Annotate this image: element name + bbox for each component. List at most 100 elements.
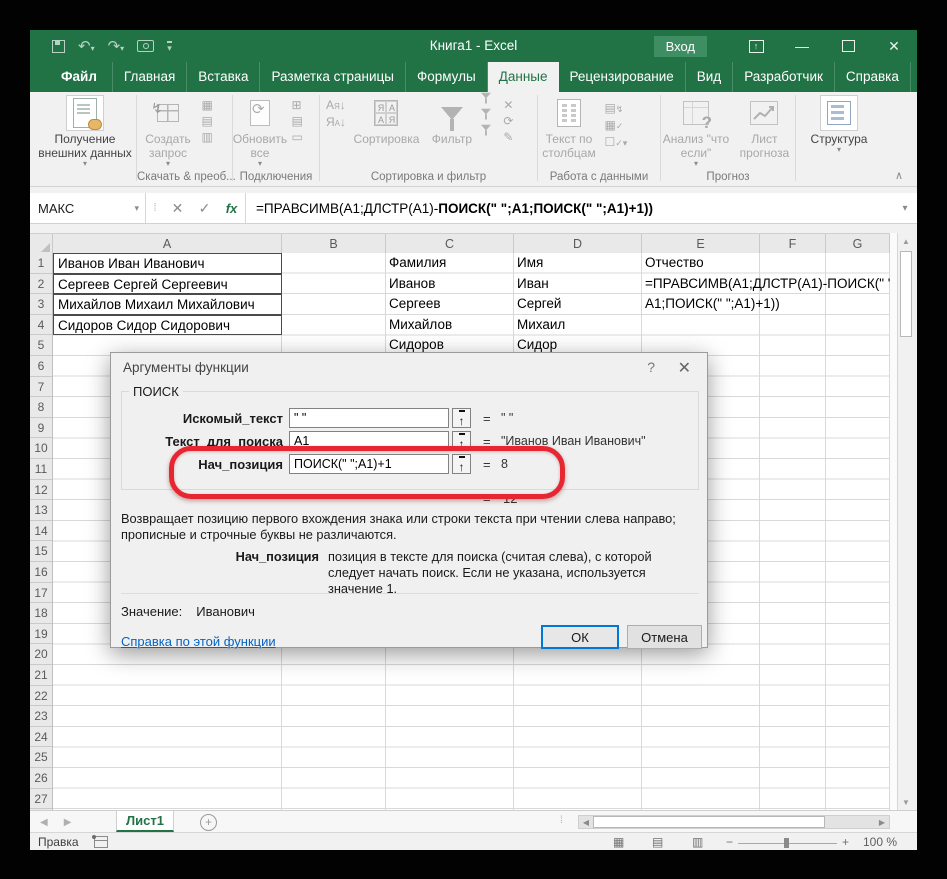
expand-formula-bar-icon[interactable]: ▾: [893, 193, 917, 223]
collapse-ribbon-icon[interactable]: ∧: [895, 169, 903, 182]
cell-c4[interactable]: Михайлов: [385, 315, 452, 336]
cell-e2-formula-line2[interactable]: А1;ПОИСК(" ";А1)+1)): [641, 294, 890, 315]
row-header-21[interactable]: 21: [30, 665, 52, 686]
structure-button[interactable]: Структура▾: [796, 96, 882, 154]
row-header-24[interactable]: 24: [30, 727, 52, 748]
horizontal-scroll-thumb[interactable]: [593, 816, 825, 828]
enter-entry-button[interactable]: ✓: [191, 193, 218, 223]
cell-a2[interactable]: Сергеев Сергей Сергеевич: [53, 274, 282, 295]
column-header-c[interactable]: C: [386, 234, 514, 254]
zoom-in-icon[interactable]: +: [842, 835, 849, 849]
tab-insert[interactable]: Вставка: [187, 62, 260, 92]
row-header-7[interactable]: 7: [30, 377, 52, 398]
row-header-22[interactable]: 22: [30, 686, 52, 707]
collapse-dialog-button[interactable]: ↑: [452, 454, 471, 474]
row-header-26[interactable]: 26: [30, 768, 52, 789]
tab-splitter[interactable]: ⁞: [560, 815, 563, 826]
scroll-up-icon[interactable]: ▲: [898, 233, 914, 249]
iskomy-tekst-input[interactable]: " ": [289, 408, 449, 428]
vertical-scrollbar[interactable]: ▲ ▼: [897, 233, 914, 810]
ok-button[interactable]: ОК: [541, 625, 619, 649]
new-sheet-button[interactable]: +: [200, 814, 217, 831]
what-if-analysis-button[interactable]: Анализ "что если"▾: [661, 96, 731, 168]
flash-fill-icon[interactable]: ▤↯: [604, 102, 627, 116]
column-header-g[interactable]: G: [826, 234, 890, 254]
row-header-27[interactable]: 27: [30, 789, 52, 810]
cell-c3[interactable]: Сергеев: [385, 294, 441, 315]
forecast-sheet-button[interactable]: Лист прогноза: [735, 96, 793, 160]
tab-review[interactable]: Рецензирование: [559, 62, 686, 92]
collapse-dialog-button[interactable]: ↑: [452, 431, 471, 451]
page-break-view-icon[interactable]: ▥: [692, 835, 703, 849]
cell-a4[interactable]: Сидоров Сидор Сидорович: [53, 315, 282, 336]
row-header-1[interactable]: 1: [30, 253, 52, 274]
cell-c1[interactable]: Фамилия: [385, 253, 446, 274]
from-table-icon[interactable]: ▤: [201, 115, 212, 128]
function-help-link[interactable]: Справка по этой функции: [121, 634, 276, 649]
horizontal-scrollbar[interactable]: ◀ ▶: [578, 815, 890, 829]
insert-function-button[interactable]: fx: [218, 193, 246, 223]
tab-assistant[interactable]: Помощн: [911, 62, 917, 92]
filter-button[interactable]: Фильтр: [427, 96, 477, 146]
row-header-23[interactable]: 23: [30, 706, 52, 727]
tab-page-layout[interactable]: Разметка страницы: [260, 62, 405, 92]
refresh-all-button[interactable]: Обновить все▾: [233, 96, 287, 168]
cancel-button[interactable]: Отмена: [627, 625, 702, 649]
prev-sheet-icon[interactable]: ◀: [40, 817, 48, 828]
edit-links-icon[interactable]: ▭: [291, 131, 302, 144]
cell-e2-formula-line1[interactable]: =ПРАВСИМВ(А1;ДЛСТР(А1)-ПОИСК(" ";: [641, 274, 890, 295]
formula-bar-splitter[interactable]: ⁞: [146, 193, 164, 223]
dialog-help-icon[interactable]: ?: [647, 359, 655, 375]
cell-a1[interactable]: Иванов Иван Иванович: [53, 253, 282, 274]
maximize-button[interactable]: [825, 30, 871, 62]
row-header-12[interactable]: 12: [30, 480, 52, 501]
recent-sources-icon[interactable]: ▥: [201, 131, 212, 144]
minimize-button[interactable]: —: [779, 30, 825, 62]
new-query-button[interactable]: ↯ Создать запрос▾: [139, 96, 197, 168]
ribbon-display-options-button[interactable]: ↑: [733, 30, 779, 62]
zoom-slider-thumb[interactable]: [784, 838, 789, 848]
dialog-close-icon[interactable]: ✕: [678, 358, 691, 378]
scroll-right-icon[interactable]: ▶: [875, 816, 889, 828]
sort-ascending-icon[interactable]: АЯ↓: [326, 99, 346, 113]
cell-a3[interactable]: Михайлов Михаил Михайлович: [53, 294, 282, 315]
normal-view-icon[interactable]: ▦: [613, 835, 624, 849]
row-header-4[interactable]: 4: [30, 315, 52, 336]
row-header-16[interactable]: 16: [30, 562, 52, 583]
close-button[interactable]: ✕: [871, 30, 917, 62]
get-external-data-button[interactable]: Получение внешних данных▾: [34, 96, 136, 168]
zoom-percentage[interactable]: 100 %: [863, 835, 897, 849]
column-header-d[interactable]: D: [514, 234, 642, 254]
text-to-columns-button[interactable]: Текст по столбцам: [538, 96, 600, 160]
connections-icon[interactable]: ⊞: [291, 99, 302, 112]
row-header-2[interactable]: 2: [30, 274, 52, 295]
select-all-corner[interactable]: [30, 234, 53, 254]
row-header-19[interactable]: 19: [30, 624, 52, 645]
tab-home[interactable]: Главная: [113, 62, 187, 92]
name-box-dropdown-icon[interactable]: ▾: [134, 203, 139, 214]
row-header-25[interactable]: 25: [30, 747, 52, 768]
tab-data[interactable]: Данные: [488, 62, 559, 92]
row-header-10[interactable]: 10: [30, 438, 52, 459]
cell-c2[interactable]: Иванов: [385, 274, 435, 295]
column-header-e[interactable]: E: [642, 234, 760, 254]
tekst-dlya-poiska-input[interactable]: A1: [289, 431, 449, 451]
show-queries-icon[interactable]: ▦: [201, 99, 212, 112]
sort-descending-icon[interactable]: ЯА↓: [326, 116, 346, 130]
cell-d1[interactable]: Имя: [513, 253, 543, 274]
row-header-5[interactable]: 5: [30, 335, 52, 356]
page-layout-view-icon[interactable]: ▤: [652, 835, 663, 849]
name-box[interactable]: МАКС▾: [30, 193, 146, 223]
next-sheet-icon[interactable]: ▶: [64, 817, 72, 828]
vertical-scroll-thumb[interactable]: [900, 251, 912, 337]
sheet-tab-list1[interactable]: Лист1: [116, 811, 174, 832]
row-header-3[interactable]: 3: [30, 294, 52, 315]
row-header-15[interactable]: 15: [30, 541, 52, 562]
sign-in-button[interactable]: Вход: [654, 36, 707, 57]
sort-button[interactable]: ЯААЯ Сортировка: [350, 96, 422, 146]
tab-help[interactable]: Справка: [835, 62, 911, 92]
column-header-b[interactable]: B: [282, 234, 386, 254]
zoom-out-icon[interactable]: −: [726, 835, 733, 849]
scroll-down-icon[interactable]: ▼: [898, 794, 914, 810]
cell-d4[interactable]: Михаил: [513, 315, 565, 336]
